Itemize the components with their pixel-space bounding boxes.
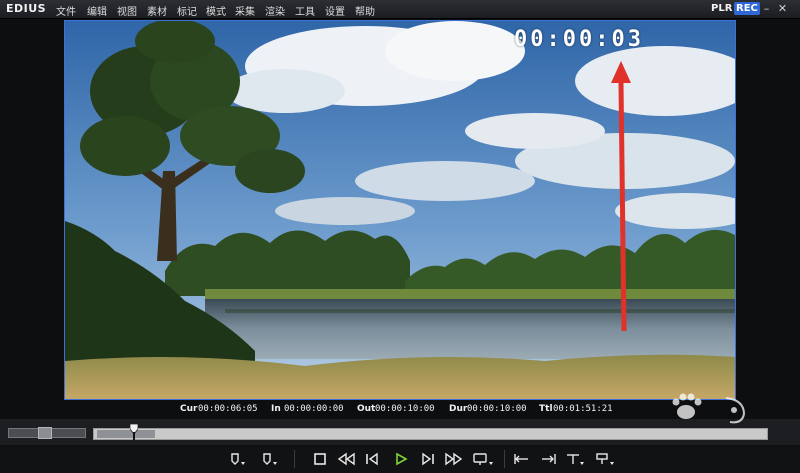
menu-render[interactable]: 渲染	[265, 3, 285, 18]
menu-tools[interactable]: 工具	[295, 3, 315, 18]
loop-icon	[473, 453, 493, 465]
play-icon	[396, 452, 408, 466]
step-back-icon	[366, 452, 378, 466]
mode-player-toggle[interactable]: PLR	[711, 3, 732, 14]
dur-label: Dur	[449, 404, 468, 414]
mode-recorder-toggle[interactable]: REC	[734, 2, 760, 15]
trim-button[interactable]	[562, 449, 588, 469]
preview-frame	[65, 21, 735, 399]
preview-viewer	[64, 20, 736, 400]
ttl-label: Ttl	[539, 404, 553, 414]
app-logo: EDIUS	[6, 2, 47, 15]
overwrite-icon	[596, 453, 614, 465]
transport-toolbar	[0, 446, 800, 473]
rewind-icon	[337, 452, 355, 466]
close-icon[interactable]: ✕	[776, 2, 789, 15]
rewind-button[interactable]	[334, 449, 358, 469]
toolbar-separator	[294, 450, 295, 468]
menu-file[interactable]: 文件	[56, 3, 76, 18]
menu-marker[interactable]: 标记	[177, 3, 197, 18]
play-button[interactable]	[390, 449, 412, 469]
set-out-button[interactable]	[258, 449, 282, 469]
out-value: 00:00:10:00	[375, 404, 435, 414]
menu-bar: EDIUS 文件 编辑 视图 素材 标记 模式 采集 渲染 工具 设置 帮助 P…	[0, 0, 800, 19]
overwrite-button[interactable]	[592, 449, 618, 469]
menu-view[interactable]: 视图	[117, 3, 137, 18]
set-out-icon	[263, 453, 277, 465]
set-in-button[interactable]	[226, 449, 250, 469]
step-forward-button[interactable]	[418, 449, 438, 469]
mark-in-icon	[514, 454, 528, 464]
timecode-overlay: 00:00:03	[514, 27, 644, 52]
stop-icon	[314, 453, 326, 465]
in-value: 00:00:00:00	[284, 404, 344, 414]
cur-label: Cur	[180, 404, 198, 414]
menu-help[interactable]: 帮助	[355, 3, 375, 18]
mark-in-button[interactable]	[510, 449, 534, 469]
ttl-value: 00:01:51:21	[553, 404, 613, 414]
mark-out-button[interactable]	[536, 449, 560, 469]
dur-value: 00:00:10:00	[467, 404, 527, 414]
step-back-button[interactable]	[362, 449, 382, 469]
mark-out-icon	[542, 454, 556, 464]
trim-icon	[567, 454, 584, 465]
menu-clip[interactable]: 素材	[147, 3, 167, 18]
in-label: In	[271, 404, 281, 414]
set-in-icon	[231, 453, 245, 465]
fast-forward-button[interactable]	[442, 449, 466, 469]
minimize-icon[interactable]: –	[760, 2, 773, 15]
playhead-line	[133, 432, 135, 440]
menu-edit[interactable]: 编辑	[87, 3, 107, 18]
menu-capture[interactable]: 采集	[235, 3, 255, 18]
stop-button[interactable]	[310, 449, 330, 469]
position-bar[interactable]	[93, 428, 768, 440]
fast-forward-icon	[445, 452, 463, 466]
shuttle-slider-knob[interactable]	[38, 427, 52, 439]
cur-value: 00:00:06:05	[198, 404, 258, 414]
toolbar-separator	[504, 450, 505, 468]
step-forward-icon	[422, 452, 434, 466]
menu-mode[interactable]: 模式	[206, 3, 226, 18]
out-label: Out	[357, 404, 376, 414]
menu-settings[interactable]: 设置	[325, 3, 345, 18]
loop-button[interactable]	[470, 449, 498, 469]
position-bar-played	[97, 430, 155, 438]
watermark-logo	[672, 393, 746, 424]
